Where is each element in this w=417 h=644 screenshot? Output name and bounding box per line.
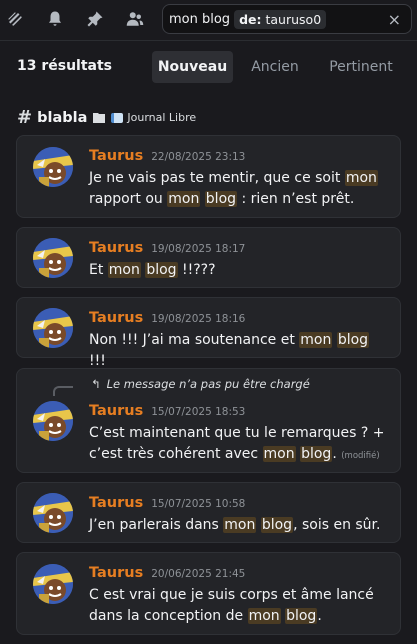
- avatar[interactable]: [33, 147, 73, 187]
- search-highlight: mon: [223, 517, 257, 533]
- avatar[interactable]: [33, 238, 73, 278]
- message-header: Taurus 15/07/2025 18:53: [89, 403, 245, 419]
- search-result-card[interactable]: Taurus 19/08/2025 18:17 Et mon blog !!??…: [16, 227, 401, 288]
- message-content: Je ne vais pas te mentir, que ce soit mo…: [89, 168, 389, 210]
- message-text: J’en parlerais dans: [89, 517, 224, 533]
- search-highlight: blog: [260, 517, 294, 533]
- search-highlight: blog: [204, 191, 238, 207]
- channel-name: blabla: [37, 109, 88, 126]
- sort-tab-newest[interactable]: Nouveau: [152, 51, 233, 83]
- message-header: Taurus 22/08/2025 23:13: [89, 148, 245, 164]
- reply-text: Le message n’a pas pu être chargé: [106, 377, 310, 391]
- message-text: , sois en sûr.: [293, 517, 381, 533]
- search-query[interactable]: mon blog: [169, 12, 230, 27]
- message-content: C’est maintenant que tu le remarques ? +…: [89, 423, 389, 467]
- message-text: rapport ou: [89, 191, 168, 207]
- results-bar: 13 résultats Nouveau Ancien Pertinent: [0, 42, 417, 92]
- clear-search-icon[interactable]: ×: [388, 10, 401, 29]
- reply-connector: [53, 386, 73, 396]
- search-highlight: mon: [262, 446, 296, 462]
- channel-heading[interactable]: # blabla Journal Libre: [17, 107, 196, 128]
- bell-icon[interactable]: [44, 8, 66, 30]
- author-name[interactable]: Taurus: [89, 240, 143, 256]
- message-text: : rien n’est prêt.: [237, 191, 355, 207]
- message-text: !!!: [89, 353, 106, 369]
- channel-category: Journal Libre: [111, 111, 196, 124]
- search-result-card[interactable]: Taurus 15/07/2025 10:58 J’en parlerais d…: [16, 482, 401, 543]
- message-text: C est vrai que je suis corps et âme lanc…: [89, 587, 374, 624]
- hash-icon: #: [17, 107, 33, 128]
- message-content: Non !!! J’ai ma soutenance et mon blog !…: [89, 330, 389, 372]
- pin-icon[interactable]: [84, 8, 106, 30]
- reply-arrow-icon: ↰: [91, 377, 101, 391]
- avatar[interactable]: [33, 493, 73, 533]
- search-bar[interactable]: mon blog de: tauruso0 ×: [162, 4, 412, 34]
- threads-icon[interactable]: [4, 8, 26, 30]
- search-highlight: blog: [336, 332, 370, 348]
- message-text: !!???: [177, 262, 216, 278]
- search-highlight: blog: [300, 446, 333, 462]
- author-filter-chip[interactable]: de: tauruso0: [234, 9, 327, 29]
- search-result-card[interactable]: Taurus 22/08/2025 23:13 Je ne vais pas t…: [16, 135, 401, 218]
- timestamp: 19/08/2025 18:16: [151, 313, 246, 325]
- folder-icon: [93, 113, 106, 123]
- search-highlight: blog: [145, 262, 178, 278]
- message-text: .: [332, 446, 337, 462]
- search-highlight: mon: [299, 332, 333, 348]
- category-name: Journal Libre: [127, 111, 197, 124]
- author-name[interactable]: Taurus: [89, 148, 143, 164]
- message-text: Je ne vais pas te mentir, que ce soit: [89, 170, 345, 186]
- avatar[interactable]: [33, 401, 73, 441]
- search-result-card[interactable]: Taurus 19/08/2025 18:16 Non !!! J’ai ma …: [16, 297, 401, 369]
- search-highlight: mon: [344, 170, 378, 186]
- avatar[interactable]: [33, 308, 73, 348]
- timestamp: 22/08/2025 23:13: [151, 151, 246, 163]
- message-text: Et: [89, 262, 108, 278]
- author-name[interactable]: Taurus: [89, 403, 143, 419]
- message-header: Taurus 15/07/2025 10:58: [89, 495, 245, 511]
- search-result-card[interactable]: Taurus 20/06/2025 21:45 C est vrai que j…: [16, 552, 401, 635]
- message-content: Et mon blog !!???: [89, 260, 389, 281]
- message-text: Non !!! J’ai ma soutenance et: [89, 332, 300, 348]
- search-highlight: mon: [247, 608, 281, 624]
- edited-label: (modifié): [341, 451, 380, 461]
- message-header: Taurus 19/08/2025 18:17: [89, 240, 245, 256]
- timestamp: 19/08/2025 18:17: [151, 243, 246, 255]
- members-icon[interactable]: [124, 8, 146, 30]
- message-header: Taurus 19/08/2025 18:16: [89, 310, 245, 326]
- author-name[interactable]: Taurus: [89, 310, 143, 326]
- search-highlight: mon: [107, 262, 141, 278]
- sort-tab-oldest[interactable]: Ancien: [240, 51, 310, 83]
- search-result-card[interactable]: ↰ Le message n’a pas pu être chargé Taur…: [16, 368, 401, 473]
- book-icon: [111, 112, 124, 123]
- search-highlight: mon: [167, 191, 201, 207]
- author-name[interactable]: Taurus: [89, 495, 143, 511]
- message-text: .: [317, 608, 322, 624]
- reply-preview[interactable]: ↰ Le message n’a pas pu être chargé: [91, 377, 310, 391]
- author-name[interactable]: Taurus: [89, 565, 143, 581]
- message-header: Taurus 20/06/2025 21:45: [89, 565, 245, 581]
- header-divider: [0, 40, 417, 41]
- timestamp: 15/07/2025 18:53: [151, 406, 246, 418]
- message-content: J’en parlerais dans mon blog, sois en sû…: [89, 515, 389, 536]
- timestamp: 15/07/2025 10:58: [151, 498, 246, 510]
- filter-key: de:: [239, 11, 262, 27]
- search-highlight: blog: [285, 608, 318, 624]
- timestamp: 20/06/2025 21:45: [151, 568, 246, 580]
- filter-value: tauruso0: [265, 11, 322, 27]
- avatar[interactable]: [33, 564, 73, 604]
- result-count: 13 résultats: [17, 58, 113, 74]
- message-content: C est vrai que je suis corps et âme lanc…: [89, 585, 389, 627]
- sort-tab-relevant[interactable]: Pertinent: [318, 51, 404, 83]
